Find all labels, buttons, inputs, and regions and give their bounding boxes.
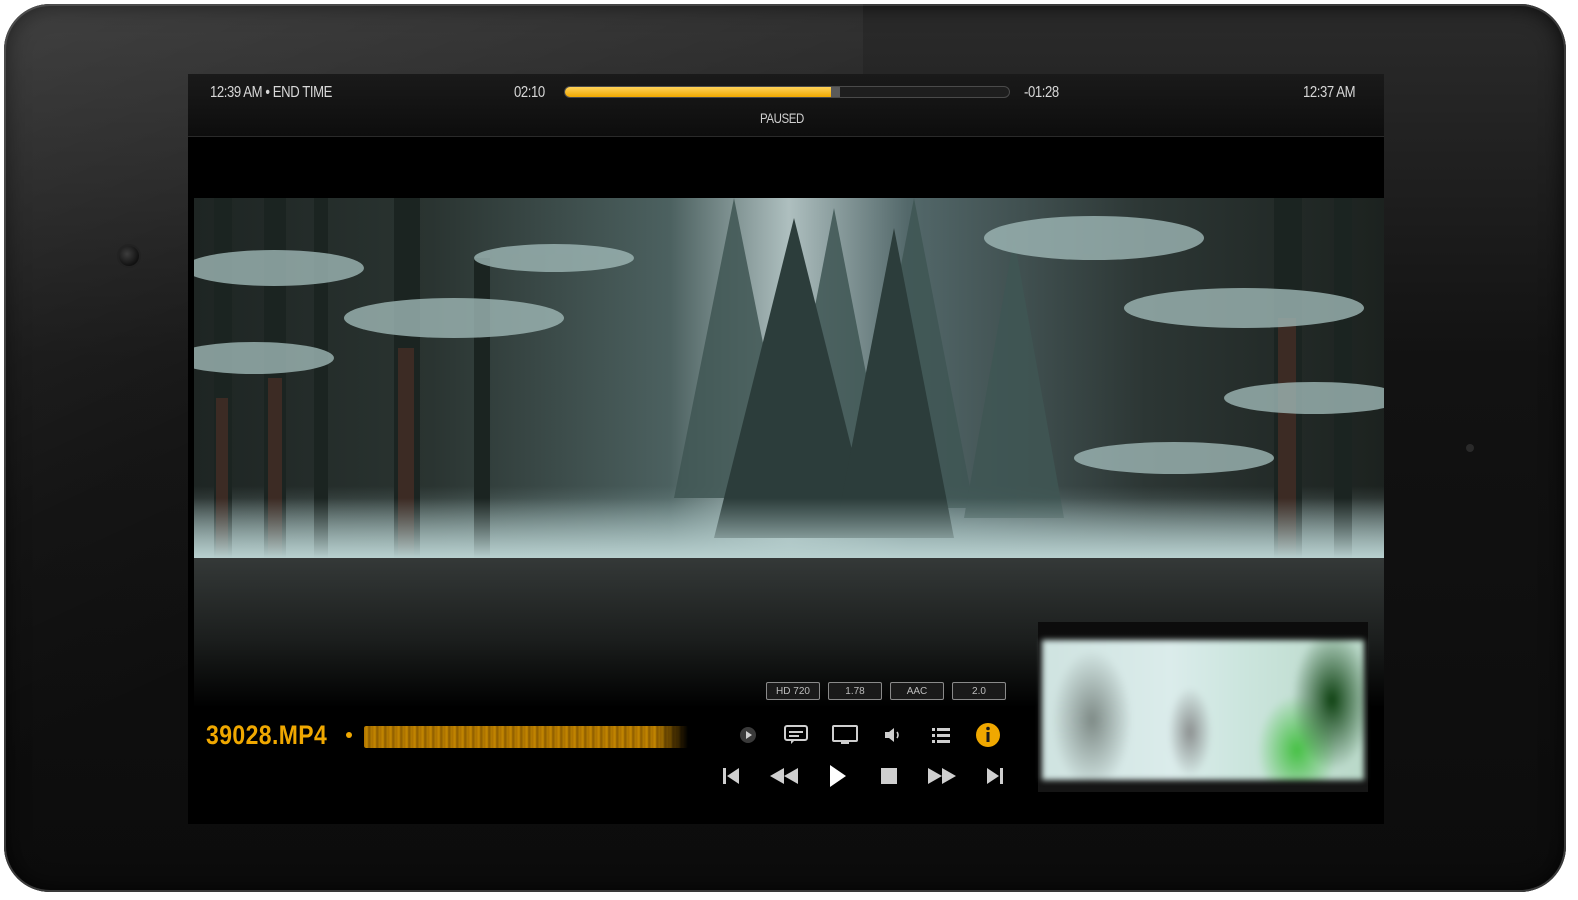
screen-icon [832,725,858,744]
preview-thumbnail[interactable] [1038,622,1368,792]
skip-next-icon [987,768,1003,784]
snowy-forest-scene [194,198,1384,558]
resolution-badge: HD 720 [766,682,820,700]
aspect-ratio-badge: 1.78 [828,682,882,700]
playback-status: PAUSED [760,110,804,126]
rewind-icon [770,768,798,784]
subtitles-button[interactable] [780,722,812,748]
end-time-label: 12:39 AM • END TIME [210,84,332,101]
audio-waveform [364,726,688,748]
info-icon [976,723,1000,747]
remaining-time: -01:28 [1024,84,1059,101]
playlist-icon [932,728,950,743]
skip-previous-icon [723,768,739,784]
thumbnail-image [1042,640,1364,780]
volume-icon [885,728,899,742]
front-camera [119,246,139,266]
top-info-bar: 12:39 AM • END TIME 02:10 -01:28 12:37 A… [188,74,1384,137]
audio-channels-badge: 2.0 [952,682,1006,700]
current-clock: 12:37 AM [1303,84,1356,101]
stop-icon [881,768,897,784]
file-name: 39028.MP4 [206,720,328,750]
speed-button[interactable] [734,722,762,748]
tablet-frame: 12:39 AM • END TIME 02:10 -01:28 12:37 A… [4,4,1566,892]
light-sensor [1466,444,1474,452]
elapsed-time: 02:10 [514,84,545,101]
video-player-screen: 12:39 AM • END TIME 02:10 -01:28 12:37 A… [188,74,1384,824]
fast-forward-button[interactable] [922,762,962,790]
skip-next-button[interactable] [980,762,1010,790]
info-button[interactable] [974,721,1002,749]
play-icon [830,765,846,787]
audio-codec-badge: AAC [890,682,944,700]
video-frame[interactable] [194,198,1384,558]
rewind-button[interactable] [764,762,804,790]
subtitles-icon [784,725,808,744]
volume-button[interactable] [878,722,908,748]
skip-previous-button[interactable] [716,762,746,790]
seek-bar[interactable] [564,86,1010,98]
seek-progress-fill [565,87,832,97]
playlist-button[interactable] [926,722,956,748]
display-mode-button[interactable] [828,722,862,748]
play-button[interactable] [822,760,852,792]
separator-dot [346,732,352,738]
fast-forward-icon [928,768,956,784]
speed-icon [740,727,756,743]
stop-button[interactable] [874,762,904,790]
